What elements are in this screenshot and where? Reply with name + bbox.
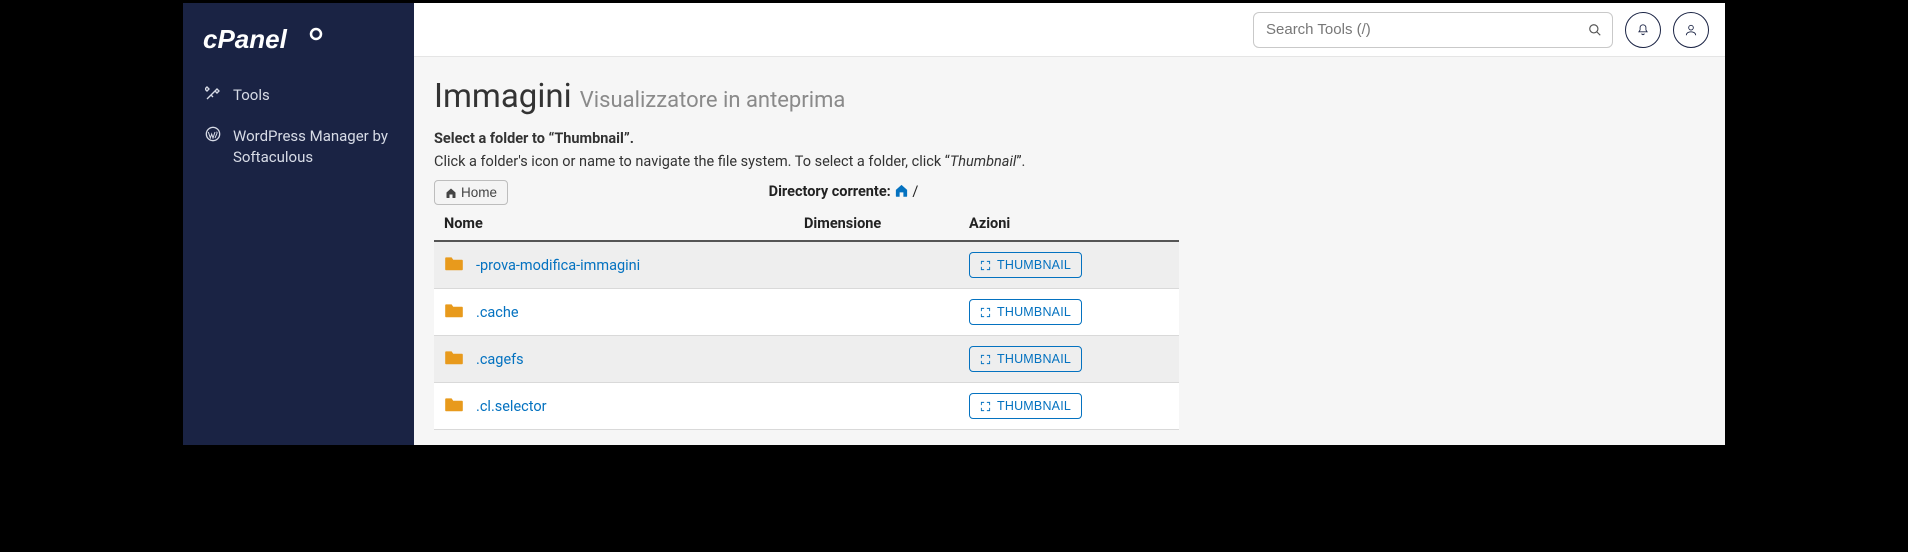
size-cell: [794, 336, 959, 383]
folder-link[interactable]: .cagefs: [476, 351, 524, 368]
instruction-heading: Select a folder to “Thumbnail”.: [434, 130, 1725, 147]
size-cell: [794, 289, 959, 336]
home-button[interactable]: Home: [434, 180, 508, 205]
search-wrap: [1253, 12, 1613, 48]
thumbnail-button[interactable]: THUMBNAIL: [969, 346, 1082, 372]
search-input[interactable]: [1253, 12, 1613, 48]
folder-icon[interactable]: [444, 396, 464, 416]
user-button[interactable]: [1673, 12, 1709, 48]
sidebar-item-tools[interactable]: Tools: [183, 75, 414, 116]
bell-icon: [1636, 23, 1650, 37]
folder-table: Nome Dimensione Azioni -prova-modifica-i…: [434, 207, 1179, 430]
col-header-actions: Azioni: [959, 207, 1179, 241]
home-icon[interactable]: [894, 183, 909, 202]
compress-icon: [980, 260, 991, 271]
topbar: [414, 3, 1725, 57]
compress-icon: [980, 401, 991, 412]
table-row: .cagefs THUMBNAIL: [434, 336, 1179, 383]
instruction-body: Click a folder's icon or name to navigat…: [434, 153, 1725, 170]
size-cell: [794, 383, 959, 430]
svg-text:cPanel: cPanel: [203, 24, 288, 54]
user-icon: [1684, 23, 1698, 37]
sidebar-item-label: Tools: [233, 85, 394, 106]
thumbnail-button[interactable]: THUMBNAIL: [969, 393, 1082, 419]
home-button-label: Home: [461, 185, 497, 200]
cpanel-logo[interactable]: cPanel: [183, 13, 414, 75]
search-button[interactable]: [1579, 14, 1611, 46]
tools-icon: [203, 85, 223, 101]
sidebar-item-wordpress-manager[interactable]: WordPress Manager by Softaculous: [183, 116, 414, 178]
compress-icon: [980, 307, 991, 318]
folder-icon[interactable]: [444, 349, 464, 369]
content: Immagini Visualizzatore in anteprima Sel…: [414, 57, 1725, 445]
table-row: -prova-modifica-immagini THUMBNAIL: [434, 241, 1179, 289]
thumbnail-button[interactable]: THUMBNAIL: [969, 252, 1082, 278]
main-area: Immagini Visualizzatore in anteprima Sel…: [414, 3, 1725, 445]
folder-icon[interactable]: [444, 302, 464, 322]
folder-link[interactable]: -prova-modifica-immagini: [476, 257, 640, 274]
current-directory: Directory corrente: /: [508, 183, 1179, 202]
folder-link[interactable]: .cl.selector: [476, 398, 547, 415]
col-header-size: Dimensione: [794, 207, 959, 241]
sidebar-item-label: WordPress Manager by Softaculous: [233, 126, 394, 168]
home-icon: [445, 187, 457, 199]
current-dir-label: Directory corrente:: [769, 183, 891, 200]
page-title-main: Immagini: [434, 77, 572, 116]
breadcrumb-row: Home Directory corrente: /: [434, 180, 1179, 205]
table-row: .cl.selector THUMBNAIL: [434, 383, 1179, 430]
page-title: Immagini Visualizzatore in anteprima: [434, 77, 1725, 116]
path-slash: /: [912, 183, 918, 200]
thumbnail-button[interactable]: THUMBNAIL: [969, 299, 1082, 325]
col-header-name: Nome: [434, 207, 794, 241]
size-cell: [794, 241, 959, 289]
wordpress-icon: [203, 126, 223, 142]
folder-icon[interactable]: [444, 255, 464, 275]
folder-link[interactable]: .cache: [476, 304, 519, 321]
search-icon: [1588, 23, 1602, 37]
sidebar: cPanel Tools WordPress Manager by Softac…: [183, 3, 414, 445]
table-row: .cache THUMBNAIL: [434, 289, 1179, 336]
compress-icon: [980, 354, 991, 365]
page-title-sub: Visualizzatore in anteprima: [580, 88, 846, 113]
notifications-button[interactable]: [1625, 12, 1661, 48]
